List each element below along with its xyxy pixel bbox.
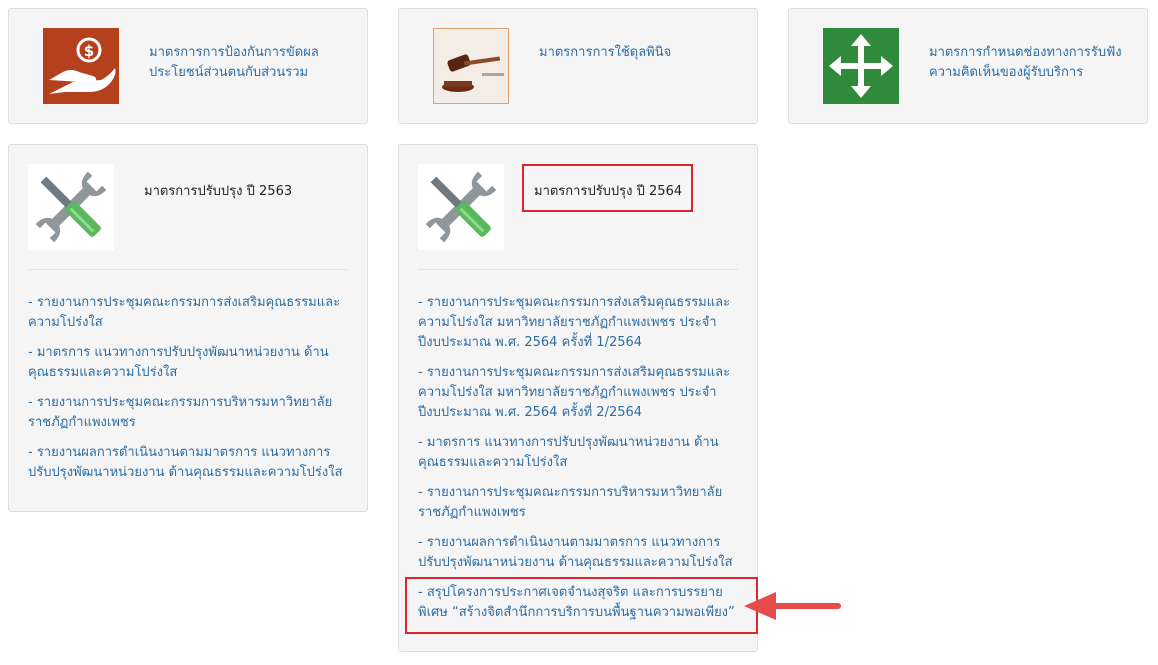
- report-link-5[interactable]: - รายงานผลการดำเนินงานตามมาตรการ แนวทางก…: [418, 533, 738, 573]
- card-conflict-of-interest: $ มาตรการการป้องกันการขัดผลประโยชน์ส่วนต…: [8, 8, 368, 124]
- section-title-2564: มาตรการปรับปรุง ปี 2564: [534, 184, 683, 199]
- feedback-channel-link[interactable]: มาตรการกำหนดช่องทางการรับฟังความคิดเห็นข…: [929, 43, 1129, 83]
- report-link-2[interactable]: - มาตรการ แนวทางการปรับปรุงพัฒนาหน่วยงาน…: [28, 343, 348, 383]
- card-improvement-2564: มาตรการปรับปรุง ปี 2564 - รายงานการประชุ…: [398, 144, 758, 652]
- card-discretion: มาตรการการใช้ดุลพินิจ: [398, 8, 758, 124]
- report-link-1[interactable]: - รายงานการประชุมคณะกรรมการส่งเสริมคุณธร…: [28, 293, 348, 333]
- section-divider: [418, 269, 738, 270]
- gavel-icon[interactable]: [433, 28, 509, 104]
- link-highlight-box: [405, 577, 758, 634]
- move-arrows-icon[interactable]: [823, 28, 899, 104]
- section-title-2563: มาตรการปรับปรุง ปี 2563: [144, 184, 293, 199]
- discretion-link[interactable]: มาตรการการใช้ดุลพินิจ: [539, 43, 739, 63]
- card-feedback-channel: มาตรการกำหนดช่องทางการรับฟังความคิดเห็นข…: [788, 8, 1148, 124]
- card-improvement-2563: มาตรการปรับปรุง ปี 2563 - รายงานการประชุ…: [8, 144, 368, 512]
- section-divider: [28, 269, 348, 270]
- report-link-4[interactable]: - รายงานการประชุมคณะกรรมการบริหารมหาวิทย…: [418, 483, 738, 523]
- red-arrow-icon: [744, 592, 841, 620]
- report-link-3[interactable]: - มาตรการ แนวทางการปรับปรุงพัฒนาหน่วยงาน…: [418, 433, 738, 473]
- report-link-4[interactable]: - รายงานผลการดำเนินงานตามมาตรการ แนวทางก…: [28, 443, 348, 483]
- conflict-of-interest-link[interactable]: มาตรการการป้องกันการขัดผลประโยชน์ส่วนตนก…: [149, 43, 349, 83]
- wrench-screwdriver-icon: [418, 164, 504, 250]
- svg-text:$: $: [84, 42, 94, 60]
- hand-money-icon[interactable]: $: [43, 28, 119, 104]
- wrench-screwdriver-icon: [28, 164, 114, 250]
- report-link-2[interactable]: - รายงานการประชุมคณะกรรมการส่งเสริมคุณธร…: [418, 363, 738, 423]
- report-link-3[interactable]: - รายงานการประชุมคณะกรรมการบริหารมหาวิทย…: [28, 393, 348, 433]
- report-link-1[interactable]: - รายงานการประชุมคณะกรรมการส่งเสริมคุณธร…: [418, 293, 738, 353]
